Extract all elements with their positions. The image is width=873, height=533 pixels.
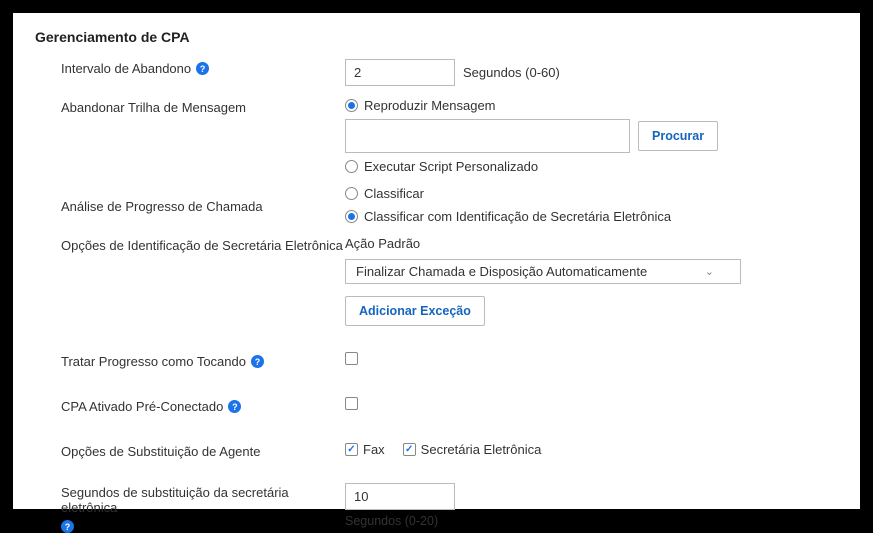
label-treat-progress: Tratar Progresso como Tocando ? bbox=[35, 352, 345, 369]
help-icon[interactable]: ? bbox=[228, 400, 241, 413]
radio-classify-label: Classificar bbox=[364, 186, 424, 201]
radio-script-label: Executar Script Personalizado bbox=[364, 159, 538, 174]
message-file-input[interactable] bbox=[345, 119, 630, 153]
default-action-select[interactable]: Finalizar Chamada e Disposição Automatic… bbox=[345, 259, 741, 284]
label-text: Intervalo de Abandono bbox=[61, 61, 191, 76]
radio-classify-am[interactable] bbox=[345, 210, 358, 223]
label-abandon-interval: Intervalo de Abandono ? bbox=[35, 59, 345, 76]
label-text: Tratar Progresso como Tocando bbox=[61, 354, 246, 369]
cpa-preconnect-checkbox[interactable] bbox=[345, 397, 358, 410]
label-agent-override: Opções de Substituição de Agente bbox=[35, 442, 345, 459]
browse-button[interactable]: Procurar bbox=[638, 121, 718, 151]
row-override-seconds: Segundos de substituição da secretária e… bbox=[35, 483, 838, 533]
row-cpa-preconnect: CPA Ativado Pré-Conectado ? bbox=[35, 397, 838, 414]
section-title: Gerenciamento de CPA bbox=[35, 29, 838, 45]
help-icon[interactable]: ? bbox=[251, 355, 264, 368]
label-cpa-preconnect: CPA Ativado Pré-Conectado ? bbox=[35, 397, 345, 414]
abandon-interval-unit: Segundos (0-60) bbox=[463, 65, 560, 80]
label-override-seconds: Segundos de substituição da secretária e… bbox=[35, 483, 345, 533]
select-value: Finalizar Chamada e Disposição Automatic… bbox=[356, 264, 647, 279]
label-text: Segundos de substituição da secretária e… bbox=[61, 485, 345, 515]
treat-progress-checkbox[interactable] bbox=[345, 352, 358, 365]
row-call-progress: Análise de Progresso de Chamada Classifi… bbox=[35, 186, 838, 224]
fax-checkbox[interactable] bbox=[345, 443, 358, 456]
default-action-label: Ação Padrão bbox=[345, 236, 451, 251]
row-am-options: Opções de Identificação de Secretária El… bbox=[35, 236, 838, 284]
cpa-management-panel: Gerenciamento de CPA Intervalo de Abando… bbox=[13, 13, 860, 509]
label-text: CPA Ativado Pré-Conectado bbox=[61, 399, 223, 414]
label-am-options: Opções de Identificação de Secretária El… bbox=[35, 236, 345, 253]
chevron-down-icon: ⌄ bbox=[705, 265, 714, 278]
row-abandon-trail: Abandonar Trilha de Mensagem Reproduzir … bbox=[35, 98, 838, 174]
row-abandon-interval: Intervalo de Abandono ? Segundos (0-60) bbox=[35, 59, 838, 86]
radio-reproduce-message[interactable] bbox=[345, 99, 358, 112]
radio-reproduce-label: Reproduzir Mensagem bbox=[364, 98, 496, 113]
label-text: Opções de Identificação de Secretária El… bbox=[61, 238, 343, 253]
label-text: Abandonar Trilha de Mensagem bbox=[61, 100, 246, 115]
fax-label: Fax bbox=[363, 442, 385, 457]
row-add-exception: Adicionar Exceção bbox=[35, 296, 838, 326]
label-call-progress: Análise de Progresso de Chamada bbox=[35, 197, 345, 214]
override-seconds-input[interactable] bbox=[345, 483, 455, 510]
row-treat-progress: Tratar Progresso como Tocando ? bbox=[35, 352, 838, 369]
radio-classify[interactable] bbox=[345, 187, 358, 200]
label-text: Análise de Progresso de Chamada bbox=[61, 199, 263, 214]
am-label: Secretária Eletrônica bbox=[421, 442, 542, 457]
am-checkbox[interactable] bbox=[403, 443, 416, 456]
radio-run-script[interactable] bbox=[345, 160, 358, 173]
label-text: Opções de Substituição de Agente bbox=[61, 444, 260, 459]
add-exception-button[interactable]: Adicionar Exceção bbox=[345, 296, 485, 326]
radio-classify-am-label: Classificar com Identificação de Secretá… bbox=[364, 209, 671, 224]
abandon-interval-input[interactable] bbox=[345, 59, 455, 86]
label-abandon-trail: Abandonar Trilha de Mensagem bbox=[35, 98, 345, 115]
help-icon[interactable]: ? bbox=[196, 62, 209, 75]
override-seconds-unit: Segundos (0-20) bbox=[345, 514, 438, 528]
row-agent-override: Opções de Substituição de Agente Fax Sec… bbox=[35, 442, 838, 459]
